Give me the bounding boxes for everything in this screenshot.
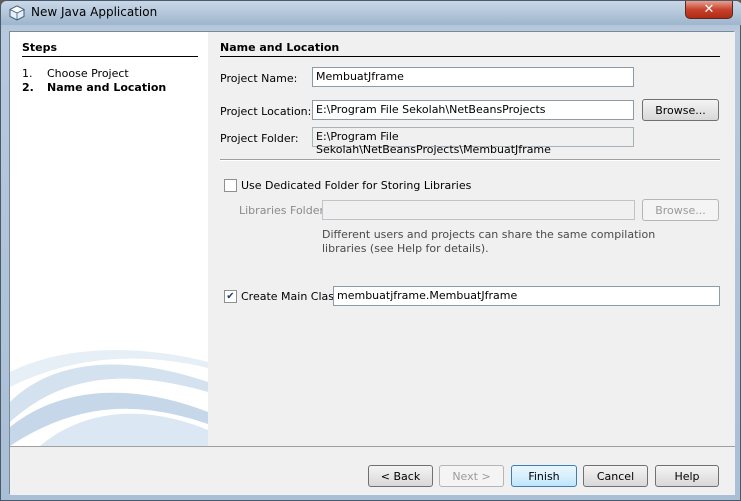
step-number: 2. (22, 81, 34, 94)
project-location-label: Project Location: (220, 105, 312, 118)
project-folder-label: Project Folder: (220, 132, 299, 145)
project-name-input[interactable]: MembuatJframe (312, 67, 634, 87)
panel-heading: Name and Location (220, 41, 720, 57)
project-name-label: Project Name: (220, 72, 298, 85)
project-location-browse-button[interactable]: Browse... (642, 99, 719, 121)
libraries-note: Different users and projects can share t… (322, 228, 655, 256)
title-bar[interactable]: New Java Application ✕ (1, 1, 741, 25)
dialog-client: Steps 1. Choose Project 2. Name and Locati… (9, 31, 735, 495)
libraries-note-line: Different users and projects can share t… (322, 228, 656, 241)
window-title: New Java Application (31, 5, 158, 19)
libraries-folder-input (322, 200, 635, 220)
step-name-and-location: 2. Name and Location (22, 81, 166, 94)
dialog-window: New Java Application ✕ Steps 1. Choose Pr… (0, 0, 741, 501)
finish-button[interactable]: Finish (511, 465, 577, 487)
separator (220, 159, 720, 161)
close-icon: ✕ (703, 2, 715, 17)
button-bar: < Back Next > Finish Cancel Help (10, 446, 735, 495)
libraries-folder-label: Libraries Folder: (239, 204, 328, 217)
main-panel: Name and Location Project Name: MembuatJ… (208, 32, 735, 446)
dedicated-folder-checkbox[interactable] (224, 179, 237, 192)
main-class-input[interactable]: membuatjframe.MembuatJframe (333, 286, 720, 306)
steps-panel: Steps 1. Choose Project 2. Name and Locati… (10, 32, 208, 446)
step-choose-project: 1. Choose Project (22, 67, 129, 80)
close-button[interactable]: ✕ (685, 1, 733, 19)
checkmark-icon: ✔ (226, 290, 235, 302)
step-number: 1. (22, 67, 33, 80)
cancel-button[interactable]: Cancel (583, 465, 648, 487)
back-button[interactable]: < Back (368, 465, 433, 487)
step-label: Name and Location (47, 81, 167, 94)
create-main-class-label[interactable]: Create Main Class (241, 290, 340, 303)
netbeans-swoosh-graphic (10, 350, 208, 446)
step-label: Choose Project (47, 67, 129, 80)
next-button: Next > (439, 465, 504, 487)
dedicated-folder-label[interactable]: Use Dedicated Folder for Storing Librari… (241, 179, 471, 192)
create-main-class-checkbox[interactable]: ✔ (224, 290, 237, 303)
steps-heading: Steps (22, 41, 198, 57)
project-location-input[interactable]: E:\Program File Sekolah\NetBeansProjects (312, 100, 634, 120)
libraries-browse-button: Browse... (642, 199, 719, 221)
libraries-note-line: libraries (see Help for details). (322, 242, 489, 255)
project-folder-field: E:\Program File Sekolah\NetBeansProjects… (312, 127, 634, 156)
java-app-icon (9, 5, 25, 21)
help-button[interactable]: Help (655, 465, 719, 487)
